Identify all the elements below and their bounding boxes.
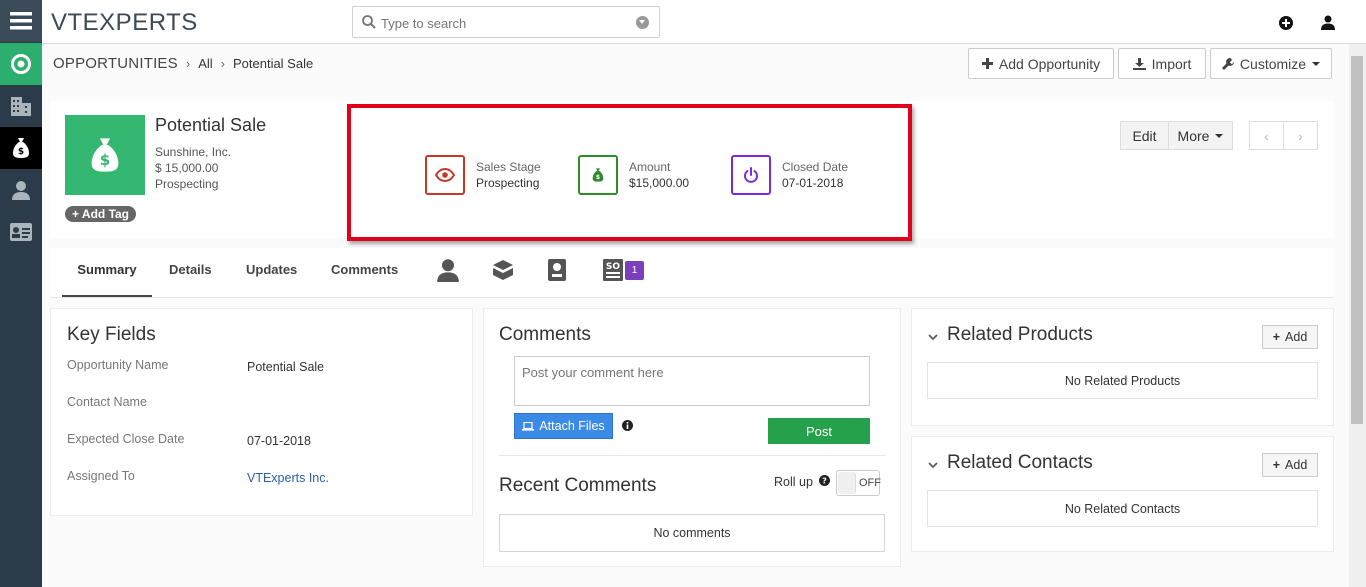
related-products-title: Related Products [947,324,1093,345]
search-icon [362,15,376,32]
field-label: Opportunity Name [67,358,169,372]
download-icon [1132,57,1146,70]
field-label: Contact Name [67,395,147,409]
highlight-box [347,104,912,241]
post-comment-button[interactable]: Post [768,418,870,444]
left-rail: $ [0,0,42,587]
field-value-assigned-to[interactable]: VTExperts Inc. [247,471,329,485]
field-label: Expected Close Date [67,432,185,446]
plus-icon: + [1272,458,1281,472]
search-dropdown-icon[interactable] [636,16,649,29]
rollup-toggle[interactable]: OFF [836,470,881,496]
info-icon[interactable] [622,419,633,434]
app-logo[interactable]: VTEXPERTS [51,9,198,37]
scrollbar-thumb[interactable] [1351,56,1363,424]
chevron-right-icon: › [220,56,225,71]
key-fields-title: Key Fields [67,324,156,345]
chevron-right-icon: › [1298,127,1303,144]
sales-module-icon[interactable] [0,43,42,85]
sales-order-count-badge: 1 [625,261,644,280]
products-tab-icon[interactable] [491,258,515,285]
laptop-icon [522,421,535,431]
global-search[interactable] [352,6,660,38]
chevron-down-icon[interactable] [928,457,938,472]
caret-down-icon [1215,133,1224,138]
top-bar: VTEXPERTS [42,0,1366,44]
tab-comments[interactable]: Comments [331,248,398,297]
opportunity-thumbnail: $ [65,115,145,195]
menu-icon[interactable] [0,0,42,42]
record-amount: $ 15,000.00 [155,161,219,175]
more-button[interactable]: More [1168,121,1233,150]
add-tag-button[interactable]: + Add Tag [65,206,137,222]
tab-summary[interactable]: Summary [62,248,152,297]
chevron-right-icon: › [185,56,191,71]
svg-text:$: $ [18,147,24,157]
add-opportunity-button[interactable]: Add Opportunity [968,48,1114,79]
search-input[interactable] [381,13,621,33]
field-label: Assigned To [67,469,135,483]
related-contacts-title: Related Contacts [947,452,1093,473]
toggle-knob [838,472,856,494]
edit-button[interactable]: Edit [1120,121,1169,150]
add-contact-button[interactable]: + Add [1262,453,1318,477]
field-value-expected-close-date[interactable]: 07-01-2018 [247,434,311,448]
tab-updates[interactable]: Updates [246,248,297,297]
contact-card-icon[interactable] [0,211,42,253]
money-bag-icon: $ [91,138,119,172]
opportunities-icon[interactable]: $ [0,127,42,169]
breadcrumb-filter[interactable]: All [198,56,212,71]
chevron-left-icon: ‹ [1264,127,1269,144]
breadcrumb: OPPORTUNITIES › All › Potential Sale [53,55,313,72]
breadcrumb-module[interactable]: OPPORTUNITIES [53,55,178,72]
documents-tab-icon[interactable] [547,258,567,285]
record-title: Potential Sale [155,115,267,135]
customize-button[interactable]: Customize [1210,48,1332,79]
comment-textarea[interactable] [514,356,870,406]
add-product-button[interactable]: + Add [1262,325,1318,349]
plus-icon [981,58,993,69]
attach-files-button[interactable]: Attach Files [514,413,613,439]
record-stage: Prospecting [155,177,219,191]
page-scrollbar[interactable] [1349,44,1366,587]
no-related-contacts-message: No Related Contacts [927,490,1318,527]
previous-record-button[interactable]: ‹ [1249,121,1284,150]
no-related-products-message: No Related Products [927,362,1318,399]
chevron-down-icon[interactable] [928,329,938,344]
contacts-tab-icon[interactable] [436,258,460,285]
quick-create-icon[interactable] [1279,16,1293,33]
tab-details[interactable]: Details [169,248,212,297]
rollup-label: Roll up ? [774,475,830,489]
record-tabs: Summary Details Updates Comments SO 1 [50,248,1334,298]
organizations-icon[interactable] [0,85,42,127]
record-organization[interactable]: Sunshine, Inc. [155,145,231,159]
no-comments-message: No comments [499,514,885,552]
plus-icon: + [72,207,80,221]
field-value-opportunity-name[interactable]: Potential Sale [247,360,324,374]
import-button[interactable]: Import [1118,48,1206,79]
comments-title: Comments [499,324,591,345]
contacts-icon[interactable] [0,169,42,211]
divider [499,455,886,456]
svg-text:?: ? [822,477,827,486]
user-menu-icon[interactable] [1321,15,1335,33]
next-record-button[interactable]: › [1283,121,1318,150]
svg-text:$: $ [100,151,110,169]
key-fields-panel: Key Fields Opportunity Name Potential Sa… [50,308,473,516]
caret-down-icon [1312,61,1321,66]
recent-comments-title: Recent Comments [499,475,657,496]
svg-text:SO: SO [606,262,620,272]
wrench-icon [1221,57,1234,70]
plus-icon: + [1272,330,1281,344]
sales-order-tab-icon[interactable]: SO [602,258,624,285]
help-icon[interactable]: ? [818,475,830,489]
breadcrumb-current: Potential Sale [232,56,314,71]
